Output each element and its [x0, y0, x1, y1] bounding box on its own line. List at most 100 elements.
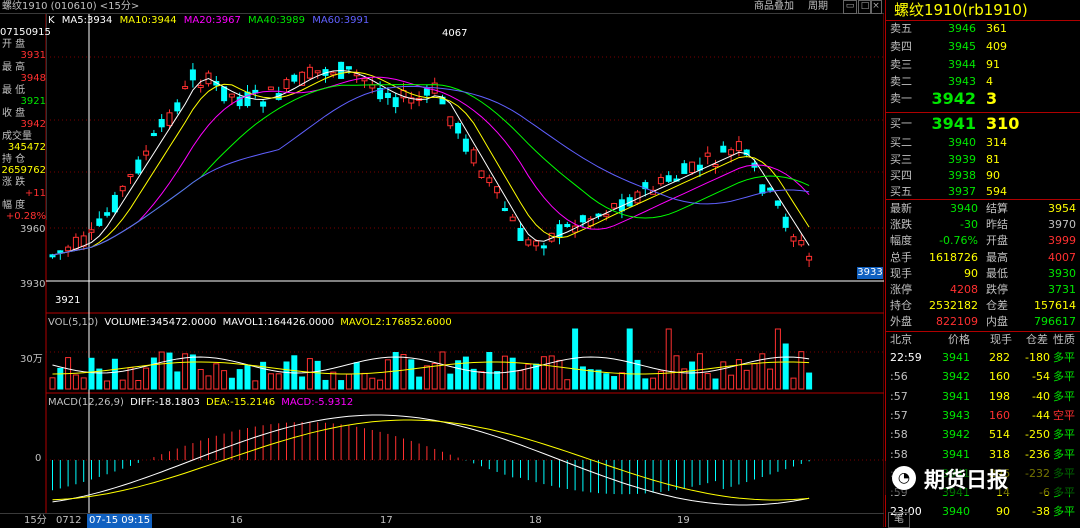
candle[interactable]	[228, 93, 235, 98]
candle[interactable]	[88, 229, 95, 233]
kline-chart-area[interactable]	[0, 0, 884, 527]
ask-label: 卖三	[890, 58, 912, 71]
candle[interactable]	[501, 208, 508, 212]
candle[interactable]	[143, 150, 150, 156]
tick-row[interactable]: :58 3942 514 -250 多平	[886, 427, 1080, 443]
candle[interactable]	[603, 213, 610, 217]
candle[interactable]	[267, 86, 274, 91]
stat-value: 3954	[1048, 202, 1076, 215]
candle[interactable]	[540, 245, 547, 249]
minimize-icon[interactable]: ▭	[843, 0, 857, 14]
candle[interactable]	[712, 163, 719, 167]
bid-row[interactable]: 买五 3937 594	[886, 184, 1080, 200]
candle[interactable]	[728, 149, 735, 156]
candle[interactable]	[244, 91, 251, 107]
candle[interactable]	[657, 177, 664, 185]
candle[interactable]	[447, 116, 454, 127]
macd-histogram	[52, 422, 810, 495]
candle[interactable]	[260, 101, 267, 107]
candle[interactable]	[517, 227, 524, 241]
candle[interactable]	[720, 145, 727, 153]
ask-row[interactable]: 卖四 3945 409	[886, 39, 1080, 55]
candle[interactable]	[345, 66, 352, 70]
candle[interactable]	[494, 186, 501, 194]
stat-row: 持仓 2532182 仓差 157614	[886, 298, 1080, 314]
candle[interactable]	[96, 218, 103, 226]
candle[interactable]	[189, 69, 196, 81]
candle[interactable]	[486, 177, 493, 184]
candle[interactable]	[423, 88, 430, 96]
candle[interactable]	[470, 149, 477, 164]
candle[interactable]	[127, 174, 134, 178]
volume-bar	[751, 363, 758, 390]
candle[interactable]	[158, 119, 165, 128]
tick-price: 3942	[942, 370, 970, 384]
candle[interactable]	[525, 239, 532, 246]
candle[interactable]	[65, 246, 72, 252]
candle[interactable]	[782, 216, 789, 228]
candle[interactable]	[798, 240, 805, 246]
candle[interactable]	[197, 84, 204, 88]
candle[interactable]	[150, 133, 157, 137]
bid-row[interactable]: 买一 3941 310	[886, 114, 1080, 134]
candle[interactable]	[689, 161, 696, 174]
kline-svg[interactable]	[0, 0, 884, 527]
candle[interactable]	[283, 79, 290, 89]
candle[interactable]	[478, 170, 485, 178]
candle[interactable]	[361, 78, 368, 82]
ask-row[interactable]: 卖二 3943 4	[886, 74, 1080, 90]
candle[interactable]	[57, 250, 64, 254]
candle[interactable]	[806, 255, 813, 261]
candle[interactable]	[564, 223, 571, 227]
candle[interactable]	[314, 70, 321, 74]
tick-row[interactable]: :56 3942 160 -54 多平	[886, 369, 1080, 385]
candle[interactable]	[681, 163, 688, 174]
volume-bar	[182, 353, 189, 390]
candle[interactable]	[790, 236, 797, 242]
overlay-button[interactable]: 商品叠加	[754, 0, 794, 13]
stat-value: -30	[960, 218, 978, 232]
candle[interactable]	[774, 200, 781, 206]
candle[interactable]	[704, 152, 711, 157]
tick-row[interactable]: :57 3943 160 -44 空平	[886, 408, 1080, 424]
tick-mode-button[interactable]: 笔	[888, 512, 910, 528]
candle[interactable]	[665, 175, 672, 182]
candle[interactable]	[767, 187, 774, 191]
candle[interactable]	[759, 184, 766, 194]
bid-row[interactable]: 买二 3940 314	[886, 135, 1080, 151]
bid-row[interactable]: 买三 3939 81	[886, 152, 1080, 168]
candle[interactable]	[611, 203, 618, 209]
candle[interactable]	[104, 212, 111, 216]
ask-row[interactable]: 卖三 3944 91	[886, 57, 1080, 73]
volume-bar	[104, 380, 111, 390]
candle[interactable]	[392, 97, 399, 108]
candle[interactable]	[166, 112, 173, 126]
candle[interactable]	[182, 86, 189, 90]
candle[interactable]	[462, 138, 469, 152]
candle[interactable]	[72, 236, 79, 250]
ask-row[interactable]: 卖五 3946 361	[886, 21, 1080, 37]
candle[interactable]	[533, 240, 540, 247]
candle[interactable]	[455, 122, 462, 134]
candle[interactable]	[509, 216, 516, 222]
tick-row[interactable]: 22:59 3941 282 -180 多平	[886, 350, 1080, 366]
candle[interactable]	[119, 185, 126, 192]
candle[interactable]	[291, 74, 298, 82]
candle[interactable]	[384, 92, 391, 98]
candle[interactable]	[735, 141, 742, 152]
tick-price: 3942	[942, 428, 970, 442]
volume-bar	[127, 367, 134, 390]
title-bar: 螺纹1910 (010610) <15分> 商品叠加 周期 ▭ □ ×	[0, 0, 884, 14]
close-icon[interactable]: ×	[870, 0, 882, 14]
cycle-button[interactable]: 周期	[808, 0, 828, 13]
tick-row[interactable]: 23:00 3940 90 -38 多平	[886, 504, 1080, 520]
candle[interactable]	[111, 194, 118, 213]
bid-row[interactable]: 买四 3938 90	[886, 168, 1080, 184]
tick-row[interactable]: :57 3941 198 -40 多平	[886, 389, 1080, 405]
candle[interactable]	[579, 215, 586, 223]
ask-row[interactable]: 卖一 3942 3	[886, 89, 1080, 109]
candle[interactable]	[221, 86, 228, 102]
candle[interactable]	[306, 66, 313, 79]
candle[interactable]	[174, 102, 181, 112]
candle[interactable]	[135, 159, 142, 174]
